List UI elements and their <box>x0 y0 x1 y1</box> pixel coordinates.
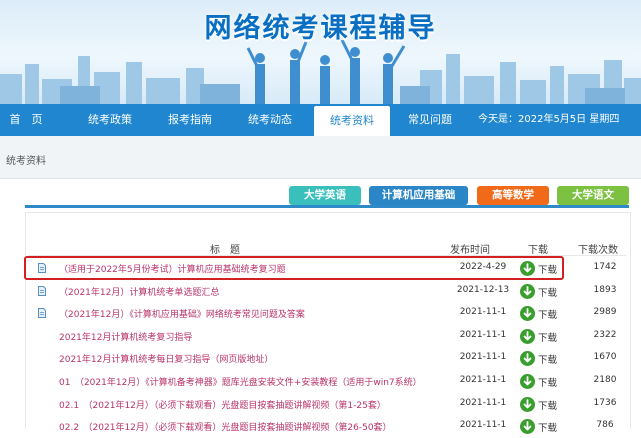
download-arrow-icon <box>520 351 535 367</box>
section-header: 统考资料 <box>0 136 641 179</box>
document-icon <box>38 308 46 319</box>
download-button[interactable]: 下载 <box>520 305 564 322</box>
publish-date: 2021-11-1 <box>459 329 507 340</box>
material-title-link[interactable]: （2021年12月）《计算机应用基础》网络统考常见问题及答案 <box>59 307 305 320</box>
publish-date: 2021-11-1 <box>459 307 507 318</box>
download-arrow-icon <box>520 306 535 322</box>
material-title-link[interactable]: 02.2 （2021年12月）（必须下载观看）光盘题目按套抽题讲解视频（第26-… <box>59 420 392 433</box>
tab-college-chinese[interactable]: 大学语文 <box>557 186 629 205</box>
download-count: 1670 <box>593 352 617 363</box>
nav-registration-guide[interactable]: 报考指南 <box>152 104 228 136</box>
material-title-link[interactable]: （2021年12月）计算机统考单选题汇总 <box>59 285 219 298</box>
header-count: 下载次数 <box>578 245 618 256</box>
table-row: 02.2 （2021年12月）（必须下载观看）光盘题目按套抽题讲解视频（第26-… <box>28 416 626 438</box>
material-title-link[interactable]: 02.1 （2021年12月）（必须下载观看）光盘题目按套抽题讲解视频（第1-2… <box>59 398 386 411</box>
nav-exam-news[interactable]: 统考动态 <box>232 104 308 136</box>
tab-advanced-math[interactable]: 高等数学 <box>477 186 549 205</box>
table-row: （2021年12月）计算机统考单选题汇总 2021-12-13 下载 1893 <box>28 281 626 303</box>
nav-exam-materials[interactable]: 统考资料 <box>314 106 390 136</box>
nav-faq[interactable]: 常见问题 <box>392 104 468 136</box>
table-row: 2021年12月计算机统考复习指导 2021-11-1 下载 2322 <box>28 326 626 348</box>
banner-title: 网络统考课程辅导 <box>204 13 437 44</box>
download-button[interactable]: 下载 <box>520 350 564 367</box>
download-label: 下载 <box>538 287 558 299</box>
publish-date: 2021-11-1 <box>459 352 507 363</box>
download-arrow-icon <box>520 396 535 412</box>
publish-date: 2021-12-13 <box>456 284 510 295</box>
download-label: 下载 <box>538 400 558 412</box>
main-nav: 首 页 统考政策 报考指南 统考动态 统考资料 常见问题 今天是：2022年5月… <box>0 104 641 136</box>
header-download: 下载 <box>528 245 548 256</box>
tab-college-english[interactable]: 大学英语 <box>289 186 361 205</box>
section-title: 统考资料 <box>6 156 46 167</box>
download-count: 2322 <box>593 329 617 340</box>
download-label: 下载 <box>538 423 558 435</box>
download-count: 1893 <box>593 284 617 295</box>
download-count: 786 <box>596 420 614 431</box>
download-count: 1736 <box>593 397 617 408</box>
tab-computer-basics[interactable]: 计算机应用基础 <box>369 186 468 205</box>
header-date: 发布时间 <box>450 245 490 256</box>
table-row: 2021年12月计算机统考每日复习指导（网页版地址） 2021-11-1 下载 167… <box>28 348 626 370</box>
highlight-box <box>24 256 564 280</box>
document-icon <box>38 285 46 296</box>
table-row: 02.1 （2021年12月）（必须下载观看）光盘题目按套抽题讲解视频（第1-2… <box>28 394 626 416</box>
current-date: 今天是：2022年5月5日 星期四 <box>478 114 620 125</box>
header-title: 标 题 <box>210 245 240 256</box>
download-arrow-icon <box>520 328 535 344</box>
publish-date: 2021-11-1 <box>459 420 507 431</box>
download-arrow-icon <box>520 283 535 299</box>
download-label: 下载 <box>538 355 558 367</box>
download-button[interactable]: 下载 <box>520 283 564 300</box>
publish-date: 2021-11-1 <box>459 375 507 385</box>
download-arrow-icon <box>520 374 535 389</box>
download-button[interactable]: 下载 <box>520 373 564 390</box>
download-count: 2180 <box>593 375 617 385</box>
material-title-link[interactable]: 2021年12月计算机统考每日复习指导（网页版地址） <box>59 352 273 365</box>
nav-home[interactable]: 首 页 <box>0 104 52 136</box>
download-label: 下载 <box>538 378 558 389</box>
table-row: 01 （2021年12月）《计算机备考神器》题库光盘安装文件+安装教程（适用于w… <box>28 371 626 393</box>
download-button[interactable]: 下载 <box>520 396 564 413</box>
download-button[interactable]: 下载 <box>520 418 564 435</box>
download-count: 1742 <box>593 262 617 272</box>
table-row: （2021年12月）《计算机应用基础》网络统考常见问题及答案 2021-11-1 下… <box>28 303 626 325</box>
nav-exam-policy[interactable]: 统考政策 <box>72 104 148 136</box>
material-title-link[interactable]: 01 （2021年12月）《计算机备考神器》题库光盘安装文件+安装教程（适用于w… <box>59 375 422 388</box>
download-count: 2989 <box>593 307 617 318</box>
download-label: 下载 <box>538 310 558 322</box>
download-button[interactable]: 下载 <box>520 328 564 345</box>
download-label: 下载 <box>538 332 558 344</box>
graduates-illustration <box>246 40 406 104</box>
header-banner: 网络统考课程辅导 <box>0 0 641 104</box>
publish-date: 2021-11-1 <box>459 397 507 408</box>
material-title-link[interactable]: 2021年12月计算机统考复习指导 <box>59 330 192 343</box>
tab-underline <box>25 205 629 208</box>
download-arrow-icon <box>520 419 535 435</box>
